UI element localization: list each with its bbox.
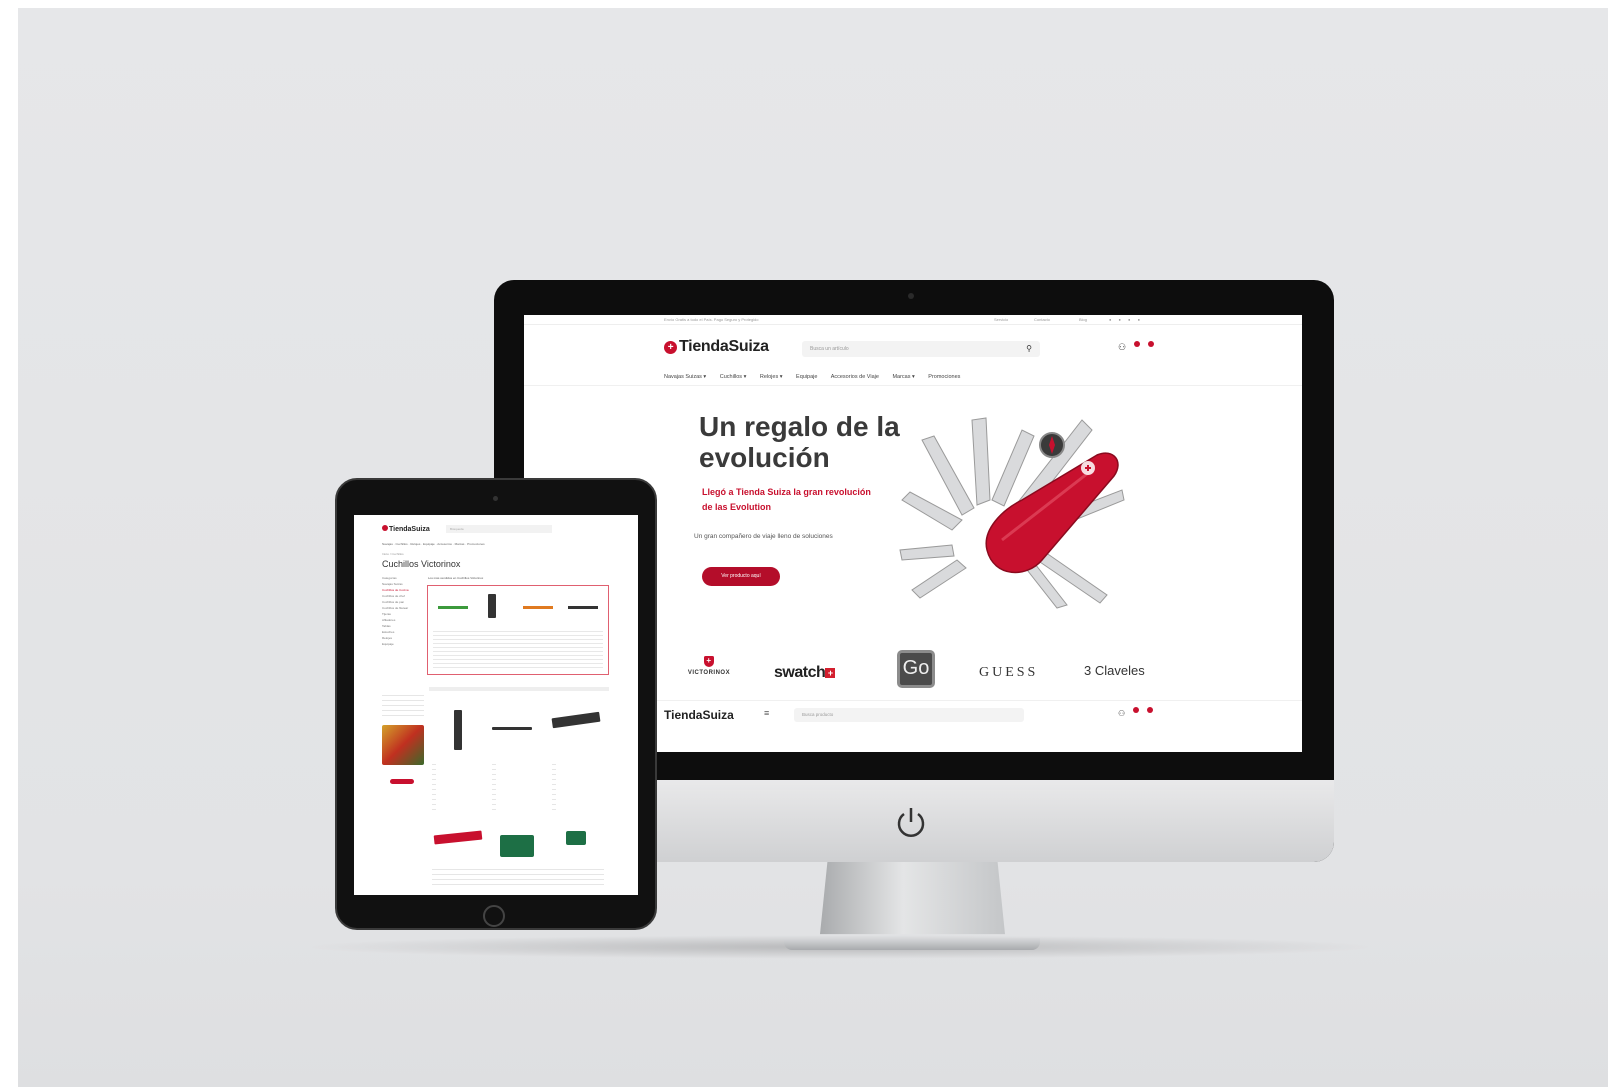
brand-victorinox-logo[interactable]: + VICTORINOX [674, 656, 744, 676]
hero-subtitle: Llegó a Tienda Suiza la gran revolución … [702, 487, 871, 512]
tablet-screen: TiendaSuiza Búsqueda Navajas · Cuchillos… [354, 515, 638, 895]
tablet-nav-item[interactable]: Cuchillos [396, 542, 408, 546]
product-thumb[interactable] [523, 606, 553, 609]
nav-divider [524, 385, 1302, 386]
product-thumb[interactable] [568, 606, 598, 609]
tablet-nav-item[interactable]: Marcas [455, 542, 465, 546]
nav-item-navajas[interactable]: Navajas Suizas ▾ [664, 374, 706, 380]
tablet-nav-item[interactable]: Accesorios [437, 542, 452, 546]
user-icon[interactable]: ⚇ [1118, 709, 1125, 718]
product-image[interactable] [492, 727, 532, 730]
hero-title: Un regalo de la evolución [699, 411, 900, 473]
topbar-link-blog[interactable]: Blog [1079, 317, 1087, 322]
brand-swatch-logo[interactable]: swatch + [774, 664, 836, 682]
social-icons[interactable]: ● ● ● ● [1109, 317, 1143, 322]
promo-banner-image[interactable] [382, 725, 424, 765]
camera-dot [493, 496, 498, 501]
sticky-search-input[interactable]: Busca producto [794, 708, 1024, 722]
monitor-stand-base [784, 938, 1040, 950]
site-logo[interactable]: + TiendaSuiza [664, 338, 769, 356]
product-thumb[interactable] [438, 606, 468, 609]
search-input[interactable]: Busca un artículo ⚲ [802, 341, 1040, 357]
tablet-nav-item[interactable]: Navajas [382, 542, 393, 546]
brand-strip: + VICTORINOX swatch + Go GUESS 3 Claveles [674, 650, 1154, 692]
toolbar-row [429, 687, 609, 691]
filter-block [382, 691, 424, 719]
category-sidebar: Categorías Navajas Suizas Cuchillos de C… [382, 575, 424, 647]
hero-text: Un gran compañero de viaje lleno de solu… [694, 533, 833, 540]
topbar-link-contact[interactable]: Contacto [1034, 317, 1050, 322]
main-nav: Navajas Suizas ▾ Cuchillos ▾ Relojes ▾ E… [664, 374, 972, 380]
menu-icon[interactable]: ≡ [764, 708, 769, 718]
promo-banner-button[interactable] [390, 779, 414, 784]
product-image[interactable] [433, 830, 483, 845]
header-icons: ⚇ [1118, 341, 1155, 353]
product-image[interactable] [551, 711, 601, 729]
promo-text: Envío Gratis a todo el País. Pago Seguro… [664, 317, 759, 322]
wishlist-badge-icon[interactable] [1134, 341, 1141, 347]
swiss-cross-icon [382, 525, 388, 531]
brand-go-travel-logo[interactable]: Go [897, 650, 935, 688]
breadcrumb[interactable]: Inicio / Cuchillos [382, 552, 404, 556]
tablet-nav-item[interactable]: Promociones [467, 542, 485, 546]
camera-dot [908, 293, 914, 299]
power-icon [897, 808, 925, 837]
hero-cta-button[interactable]: Ver producto aquí [702, 567, 780, 586]
nav-item-promociones[interactable]: Promociones [928, 374, 960, 380]
tablet-nav-item[interactable]: Equipaje [423, 542, 435, 546]
swiss-cross-icon: + [664, 341, 677, 354]
nav-item-marcas[interactable]: Marcas ▾ [892, 374, 914, 380]
product-image[interactable] [500, 835, 534, 857]
swatch-plus-icon: + [825, 668, 836, 678]
cart-badge-icon[interactable] [1148, 341, 1155, 347]
sticky-header-icons: ⚇ [1118, 707, 1154, 718]
sticky-logo[interactable]: TiendaSuiza [664, 708, 734, 722]
wishlist-badge-icon[interactable] [1133, 707, 1140, 713]
victorinox-shield-icon: + [704, 656, 714, 667]
tablet-nav-item[interactable]: Relojes [410, 542, 420, 546]
page-title: Cuchillos Victorinox [382, 559, 461, 569]
brand-3-claveles-logo[interactable]: 3 Claveles [1084, 663, 1145, 678]
product-info-rows [433, 628, 603, 668]
sidebar-item[interactable]: Equipaje [382, 641, 424, 647]
nav-item-relojes[interactable]: Relojes ▾ [760, 374, 783, 380]
product-image[interactable] [566, 831, 586, 845]
featured-heading: Los más vendidos en Cuchillos Victorinox [428, 576, 484, 580]
tablet-search-input[interactable]: Búsqueda [446, 525, 552, 533]
monitor-stand [820, 862, 1005, 935]
cart-badge-icon[interactable] [1147, 707, 1154, 713]
tablet-device: TiendaSuiza Búsqueda Navajas · Cuchillos… [335, 478, 657, 930]
nav-item-cuchillos[interactable]: Cuchillos ▾ [720, 374, 747, 380]
top-bar: Envío Gratis a todo el País. Pago Seguro… [524, 315, 1302, 325]
product-text-block [432, 865, 604, 889]
featured-products-box [427, 585, 609, 675]
topbar-link-service[interactable]: Servicio [994, 317, 1008, 322]
swiss-army-knife-image [899, 417, 1125, 609]
search-icon[interactable]: ⚲ [1026, 344, 1032, 353]
product-thumb[interactable] [488, 594, 496, 618]
product-image[interactable] [454, 710, 462, 750]
product-text-block [432, 760, 604, 810]
home-button [483, 905, 505, 927]
brand-guess-logo[interactable]: GUESS [979, 665, 1038, 681]
tablet-logo[interactable]: TiendaSuiza [382, 525, 430, 533]
user-icon[interactable]: ⚇ [1118, 342, 1126, 352]
tablet-nav: Navajas · Cuchillos · Relojes · Equipaje… [382, 542, 485, 546]
nav-item-equipaje[interactable]: Equipaje [796, 374, 817, 380]
nav-item-accesorios[interactable]: Accesorios de Viaje [831, 374, 879, 380]
